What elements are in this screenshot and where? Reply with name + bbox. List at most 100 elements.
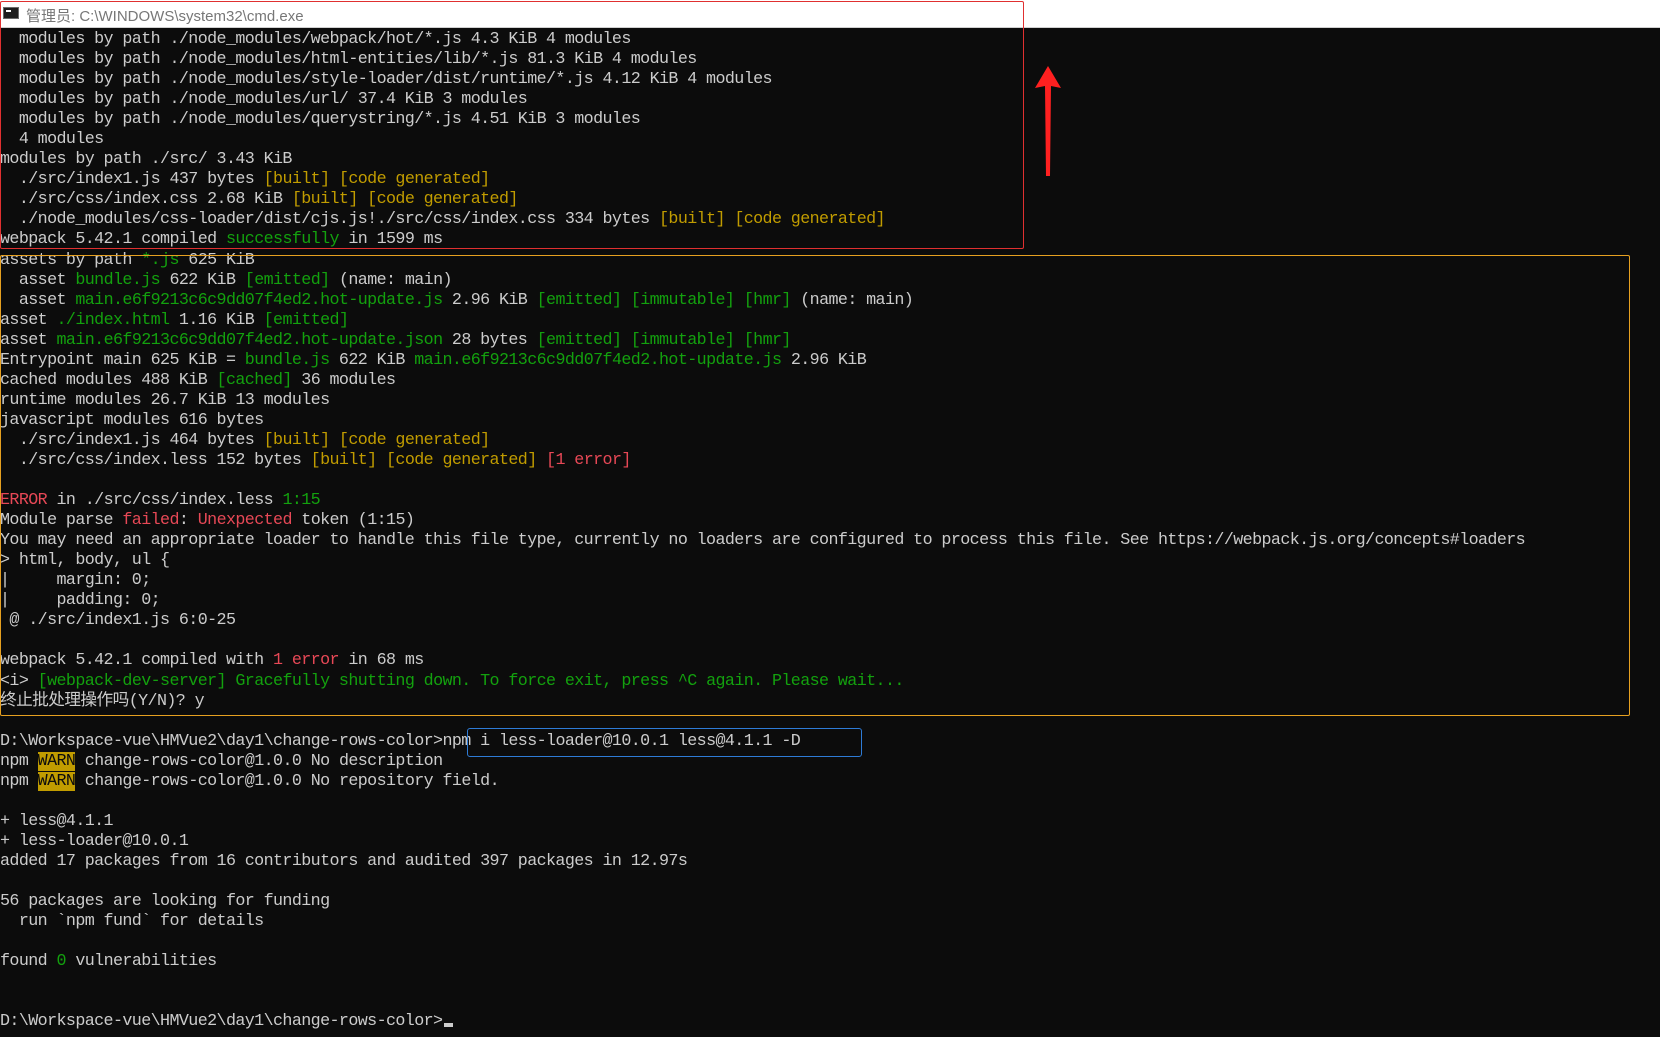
terminal-line: npm WARN change-rows-color@1.0.0 No repo… — [0, 771, 1660, 792]
terminal-text: javascript modules 616 bytes — [0, 410, 264, 430]
terminal-line: modules by path ./node_modules/html-enti… — [0, 50, 1660, 70]
terminal-text: [built] [code generated] — [291, 190, 519, 210]
terminal-text: Unexpected — [197, 511, 293, 531]
terminal-line: 终止批处理操作吗(Y/N)? y — [0, 692, 1660, 712]
terminal-line: ERROR in ./src/css/index.less 1:15 — [0, 491, 1660, 511]
terminal-text: 36 modules — [291, 370, 396, 390]
terminal-line: webpack 5.42.1 compiled with 1 error in … — [0, 651, 1660, 671]
terminal-line: You may need an appropriate loader to ha… — [0, 531, 1660, 551]
terminal-text: in 68 ms — [338, 651, 424, 671]
terminal-text: [built] [code generated] — [310, 450, 538, 470]
terminal-line: modules by path ./node_modules/url/ 37.4… — [0, 90, 1660, 110]
terminal-text: asset — [0, 270, 76, 290]
terminal-text: 4 modules — [0, 130, 104, 150]
terminal-text: 625 KiB — [178, 250, 255, 270]
terminal-text: [emitted] — [263, 310, 349, 330]
title-bar: 管理员: C:\WINDOWS\system32\cmd.exe — [0, 0, 1660, 28]
terminal-text: webpack 5.42.1 compiled with — [0, 651, 274, 671]
terminal-output[interactable]: modules by path ./node_modules/webpack/h… — [0, 30, 1660, 1032]
terminal-text: 1:15 — [282, 491, 321, 511]
terminal-text: > html, body, ul { — [0, 551, 170, 571]
terminal-line: D:\Workspace-vue\HMVue2\day1\change-rows… — [0, 1012, 1660, 1032]
terminal-line: + less@4.1.1 — [0, 812, 1660, 832]
terminal-text: npm — [0, 771, 38, 791]
terminal-text: ./src/index1.js 464 bytes — [0, 430, 264, 450]
terminal-text: 1.16 KiB — [169, 310, 264, 330]
terminal-text: assets by path — [0, 250, 142, 270]
terminal-text: token (1:15) — [291, 511, 415, 531]
terminal-line: found 0 vulnerabilities — [0, 952, 1660, 972]
terminal-text: <i> — [0, 671, 38, 691]
terminal-text: [1 error] — [546, 450, 631, 470]
terminal-text: 622 KiB — [160, 270, 245, 290]
terminal-text: + less-loader@10.0.1 — [0, 831, 189, 851]
terminal-text: 2.96 KiB — [442, 290, 537, 310]
terminal-line: modules by path ./node_modules/querystri… — [0, 110, 1660, 130]
terminal-text: D:\Workspace-vue\HMVue2\day1\change-rows… — [0, 1012, 443, 1032]
terminal-line: modules by path ./src/ 3.43 KiB — [0, 150, 1660, 170]
terminal-line: <i> [webpack-dev-server] Gracefully shut… — [0, 672, 1660, 692]
terminal-text: modules by path ./node_modules/querystri… — [0, 110, 641, 130]
terminal-text: run `npm fund` for details — [0, 912, 264, 932]
terminal-text: You may need an appropriate loader to ha… — [0, 531, 1526, 551]
terminal-text: bundle.js — [75, 270, 161, 290]
terminal-line: + less-loader@10.0.1 — [0, 832, 1660, 852]
terminal-text: 0 — [56, 952, 67, 972]
terminal-line: ./src/index1.js 464 bytes [built] [code … — [0, 431, 1660, 451]
terminal-line: ./src/index1.js 437 bytes [built] [code … — [0, 170, 1660, 190]
terminal-text: change-rows-color@1.0.0 No description — [75, 751, 443, 771]
terminal-line: ./node_modules/css-loader/dist/cjs.js!./… — [0, 210, 1660, 230]
console-icon — [3, 7, 19, 19]
terminal-text: ERROR — [0, 491, 48, 511]
terminal-text: | margin: 0; — [0, 571, 151, 591]
terminal-text: @ ./src/index1.js 6:0-25 — [0, 611, 236, 631]
terminal-text: main.e6f9213c6c9dd07f4ed2.hot-update.jso… — [56, 330, 444, 350]
terminal-text: modules by path ./src/ 3.43 KiB — [0, 150, 292, 170]
terminal-text: Module parse — [0, 511, 123, 531]
terminal-text: (name: main) — [329, 270, 453, 290]
warn-badge: WARN — [37, 771, 76, 791]
terminal-line: asset main.e6f9213c6c9dd07f4ed2.hot-upda… — [0, 331, 1660, 351]
terminal-text: D:\Workspace-vue\HMVue2\day1\change-rows… — [0, 731, 443, 751]
terminal-line: | padding: 0; — [0, 591, 1660, 611]
terminal-text: [webpack-dev-server] Gracefully shutting… — [37, 671, 905, 691]
terminal-text: failed — [122, 511, 179, 531]
red-up-arrow-icon — [1035, 66, 1061, 176]
terminal-text: (name: main) — [790, 290, 914, 310]
terminal-text: ./src/css/index.less 152 bytes — [0, 450, 311, 470]
terminal-text: + less@4.1.1 — [0, 811, 114, 831]
terminal-text: ./src/index1.js 437 bytes — [0, 170, 264, 190]
terminal-text: [emitted] [immutable] [hmr] — [536, 330, 792, 350]
terminal-text: : — [178, 511, 198, 531]
terminal-line: added 17 packages from 16 contributors a… — [0, 852, 1660, 872]
terminal-text: bundle.js — [244, 350, 330, 370]
terminal-line: @ ./src/index1.js 6:0-25 — [0, 611, 1660, 631]
terminal-text: asset — [0, 310, 57, 330]
terminal-line: assets by path *.js 625 KiB — [0, 251, 1660, 271]
terminal-line: > html, body, ul { — [0, 551, 1660, 571]
terminal-text: asset — [0, 290, 76, 310]
terminal-line: runtime modules 26.7 KiB 13 modules — [0, 391, 1660, 411]
terminal-text: npm i less-loader@10.0.1 less@4.1.1 -D — [442, 731, 801, 751]
terminal-text: modules by path ./node_modules/url/ 37.4… — [0, 90, 528, 110]
terminal-text: [emitted] [immutable] [hmr] — [536, 290, 792, 310]
terminal-line: Module parse failed: Unexpected token (1… — [0, 511, 1660, 531]
terminal-text: asset — [0, 330, 57, 350]
text-cursor — [444, 1023, 454, 1028]
terminal-line: 4 modules — [0, 130, 1660, 150]
terminal-text: in ./src/css/index.less — [47, 491, 283, 511]
terminal-line: cached modules 488 KiB [cached] 36 modul… — [0, 371, 1660, 391]
terminal-text: added 17 packages from 16 contributors a… — [0, 851, 688, 871]
terminal-line: webpack 5.42.1 compiled successfully in … — [0, 230, 1660, 250]
terminal-text: found — [0, 952, 57, 972]
terminal-text: main.e6f9213c6c9dd07f4ed2.hot-update.js — [414, 350, 782, 370]
terminal-text: Entrypoint main 625 KiB = — [0, 350, 245, 370]
terminal-line: modules by path ./node_modules/webpack/h… — [0, 30, 1660, 50]
